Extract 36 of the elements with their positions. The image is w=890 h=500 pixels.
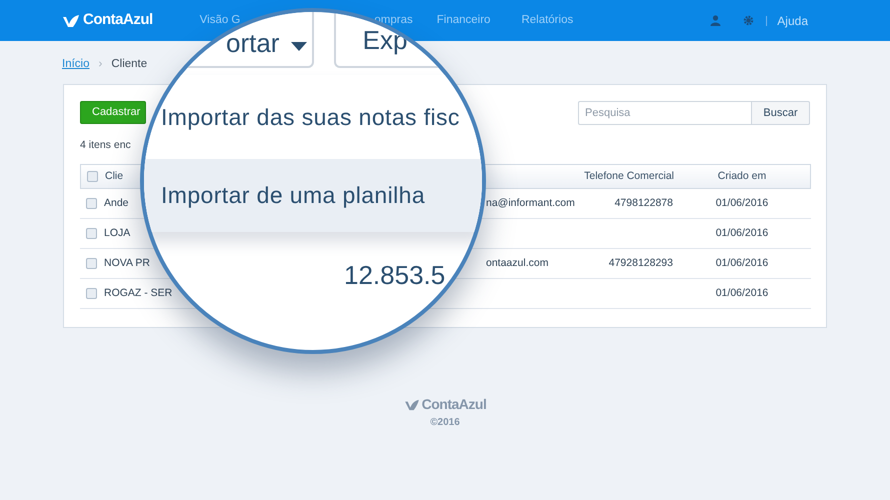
table-cell-text: ontaazul.com (486, 256, 548, 271)
table-cell-text: 01/06/2016 (716, 286, 770, 301)
checkbox[interactable] (86, 288, 97, 299)
logo-text: ContaAzul (83, 10, 153, 30)
copyright: ©2016 (430, 416, 460, 430)
menu-item[interactable]: Importar de uma planilha (144, 159, 482, 232)
import-tab[interactable]: ortar (226, 24, 280, 63)
result-count: 4 itens enc (80, 138, 132, 152)
settings-icon[interactable] (743, 15, 754, 26)
column-header[interactable]: Clie (105, 168, 124, 184)
checkbox[interactable] (86, 258, 97, 269)
table-cell-text: 4798122878 (614, 196, 674, 211)
breadcrumb-separator: › (98, 57, 102, 72)
table-cell-text: Ande (104, 196, 129, 211)
leaf-logo-icon (404, 398, 420, 410)
breadcrumb-current: Cliente (111, 57, 148, 72)
table-cell-text: 01/06/2016 (716, 226, 770, 241)
table-cell-text: NOVA PR (104, 256, 150, 271)
search-field[interactable]: Pesquisa (578, 101, 752, 125)
table-cell-text: 01/06/2016 (716, 196, 770, 211)
checkbox[interactable] (86, 198, 97, 209)
amount-value: 12.853.5 (344, 259, 446, 292)
column-header[interactable]: Telefone Comercial (584, 168, 680, 184)
table-cell-text: 01/06/2016 (716, 256, 770, 271)
table-cell-text: ROGAZ - SER (104, 286, 172, 301)
user-icon[interactable] (710, 15, 722, 26)
table-cell-text: LOJA (104, 226, 130, 241)
checkbox[interactable] (86, 228, 97, 239)
column-header[interactable]: Criado em (718, 168, 772, 184)
menu-item[interactable]: Importar das suas notas fisc (144, 75, 482, 159)
table-cell-text: 47928128293 (608, 256, 674, 271)
table-cell-text: na@informant.com (486, 196, 575, 211)
footer-logo-text: ContaAzul (422, 395, 486, 414)
search-button[interactable]: Buscar (752, 101, 810, 125)
leaf-logo-icon (62, 14, 80, 28)
checkbox[interactable] (87, 171, 98, 182)
